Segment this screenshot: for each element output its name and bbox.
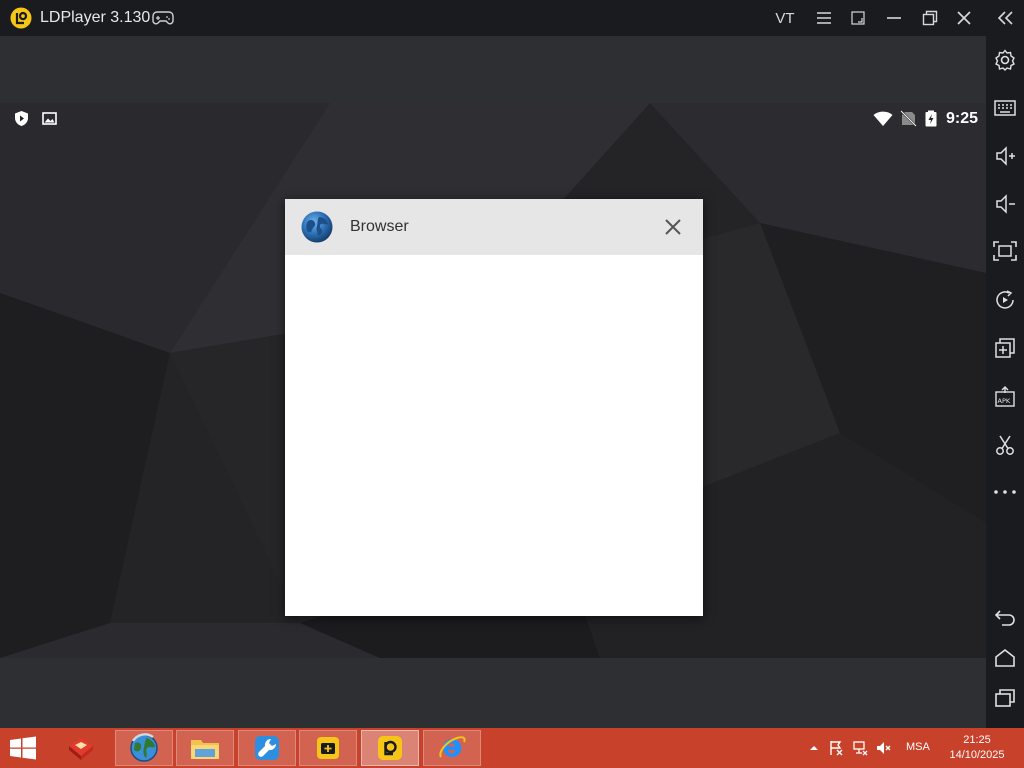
multi-instance-button[interactable]	[993, 336, 1017, 360]
resize-button[interactable]	[845, 6, 871, 30]
fullscreen-icon	[993, 241, 1017, 261]
home-button[interactable]	[993, 646, 1017, 670]
volume-down-button[interactable]	[993, 192, 1017, 216]
browser-globe-icon	[130, 733, 158, 762]
tray-overflow-button[interactable]	[806, 740, 822, 756]
volume-up-icon	[996, 146, 1015, 166]
windows-taskbar: MSA 21:25 14/10/2025	[0, 728, 1024, 768]
file-explorer-icon	[191, 740, 219, 759]
tray-action-center[interactable]	[828, 740, 844, 756]
tray-network[interactable]	[852, 740, 868, 756]
taskbar-ldplayer[interactable]	[361, 730, 419, 766]
taskbar-app-red[interactable]	[52, 730, 110, 766]
language-indicator[interactable]: MSA	[906, 741, 930, 753]
wifi-icon	[873, 111, 893, 126]
taskbar-date: 14/10/2025	[949, 749, 1005, 761]
windows-start-icon[interactable]	[8, 736, 38, 760]
restore-icon	[922, 10, 938, 26]
no-sim-icon	[900, 110, 917, 127]
close-icon	[957, 11, 971, 25]
top-toolbar-strip	[0, 36, 986, 103]
close-window-button[interactable]	[951, 6, 977, 30]
fullscreen-button[interactable]	[993, 239, 1017, 263]
chevron-up-icon	[810, 746, 818, 750]
globe-icon[interactable]	[301, 211, 333, 243]
collapse-sidebar-button[interactable]	[992, 6, 1018, 30]
recents-icon	[995, 689, 1015, 707]
add-window-icon	[995, 338, 1015, 358]
bottom-toolbar-strip	[0, 658, 986, 728]
android-status-bar: 9:25	[0, 103, 986, 133]
more-icon	[994, 490, 1016, 494]
taskbar-clock[interactable]: 21:25 14/10/2025	[940, 733, 1014, 763]
install-apk-button[interactable]: APK	[993, 385, 1017, 409]
battery-charging-icon	[925, 110, 937, 127]
back-button[interactable]	[993, 606, 1017, 630]
keyboard-icon	[994, 100, 1016, 116]
taskbar-ldmultiplayer[interactable]	[299, 730, 357, 766]
settings-button[interactable]	[993, 48, 1017, 72]
ldmultiplayer-icon	[317, 737, 339, 759]
network-icon	[853, 741, 868, 756]
menu-button[interactable]	[811, 6, 837, 30]
taskbar-tools[interactable]	[238, 730, 296, 766]
minimize-icon	[887, 17, 901, 19]
screenshot-button[interactable]	[993, 433, 1017, 457]
gamepad-icon[interactable]	[152, 9, 174, 27]
volume-muted-icon	[877, 742, 891, 754]
image-icon	[42, 112, 57, 125]
volume-up-button[interactable]	[993, 144, 1017, 168]
taskbar-file-explorer[interactable]	[176, 730, 234, 766]
minimize-button[interactable]	[881, 6, 907, 30]
dialog-body	[285, 255, 703, 616]
ldplayer-logo-icon	[10, 7, 32, 29]
title-bar: LDPlayer 3.130 VT	[0, 0, 1024, 36]
restore-button[interactable]	[917, 6, 943, 30]
ldplayer-icon	[378, 736, 402, 760]
app-dialog: Browser	[285, 199, 703, 616]
taskbar-internet-explorer[interactable]	[423, 730, 481, 766]
keyboard-button[interactable]	[993, 96, 1017, 120]
more-button[interactable]	[993, 480, 1017, 504]
tools-icon	[255, 736, 279, 760]
status-clock: 9:25	[946, 110, 979, 127]
scissors-icon	[996, 435, 1014, 455]
android-screen[interactable]: 9:25 Browser	[0, 103, 986, 658]
rotate-icon	[996, 290, 1014, 309]
dialog-header: Browser	[285, 199, 703, 255]
volume-down-icon	[996, 194, 1015, 214]
home-icon	[995, 648, 1015, 667]
emulator-sidebar: APK	[986, 36, 1024, 728]
svg-text:APK: APK	[998, 397, 1011, 405]
window-title: LDPlayer 3.130	[40, 9, 151, 26]
taskbar-browser[interactable]	[115, 730, 173, 766]
dialog-app-name: Browser	[350, 218, 409, 235]
taskbar-time: 21:25	[963, 734, 991, 746]
apk-icon: APK	[995, 386, 1015, 407]
rotate-button[interactable]	[993, 288, 1017, 312]
vt-button[interactable]: VT	[772, 6, 798, 30]
gear-icon	[995, 49, 1015, 71]
resize-icon	[851, 11, 865, 25]
flag-icon	[830, 741, 843, 756]
app-red-icon	[69, 738, 93, 760]
menu-icon	[817, 12, 831, 24]
recents-button[interactable]	[993, 686, 1017, 710]
tray-volume[interactable]	[876, 740, 892, 756]
close-icon[interactable]	[663, 217, 683, 237]
double-chevron-left-icon	[997, 11, 1013, 25]
shield-play-icon	[15, 111, 28, 126]
back-icon	[994, 610, 1015, 626]
internet-explorer-icon	[439, 736, 466, 758]
